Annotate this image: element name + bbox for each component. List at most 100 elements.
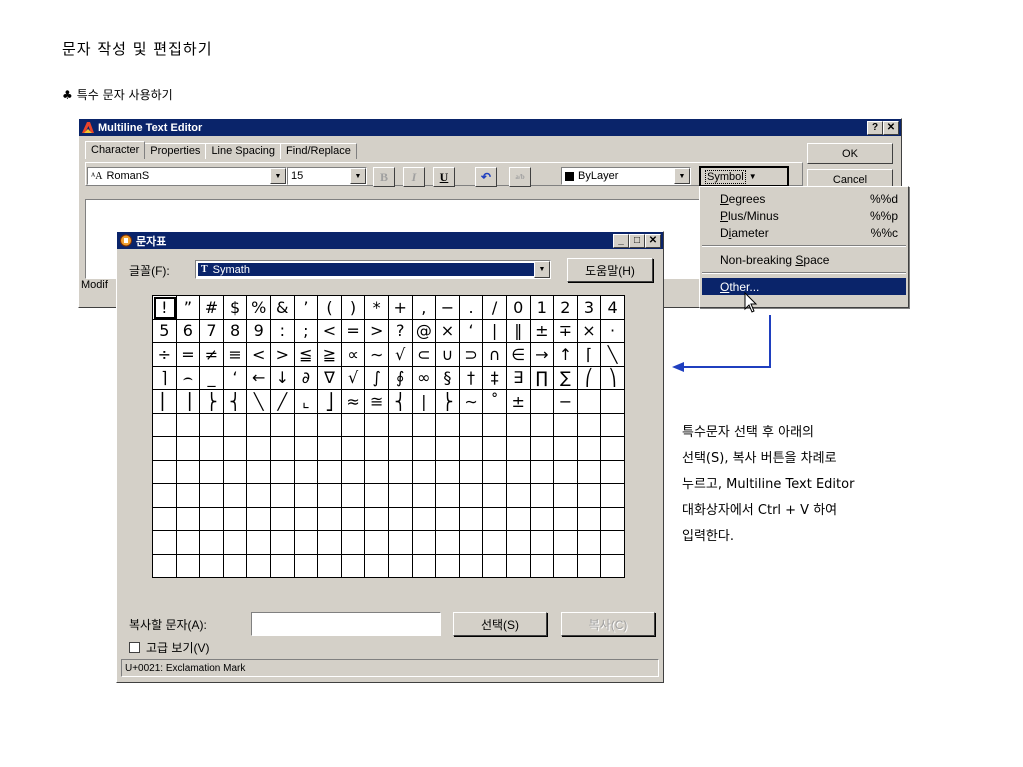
stack-button[interactable]: a/b: [509, 167, 531, 187]
glyph-cell[interactable]: [318, 484, 342, 508]
glyph-cell[interactable]: ∃: [506, 366, 531, 390]
glyph-cell[interactable]: [554, 484, 578, 508]
underline-button[interactable]: U: [433, 167, 455, 187]
menu-item-diameter[interactable]: Diameter %%c: [700, 224, 908, 241]
glyph-cell[interactable]: ∩: [483, 343, 507, 367]
glyph-cell[interactable]: 8: [223, 319, 248, 343]
glyph-cell[interactable]: [200, 507, 224, 531]
glyph-cell[interactable]: ∝: [341, 343, 366, 367]
glyph-cell[interactable]: /: [483, 296, 507, 320]
glyph-cell[interactable]: [294, 531, 319, 555]
glyph-cell[interactable]: [601, 507, 625, 531]
glyph-cell[interactable]: ≠: [200, 343, 224, 367]
glyph-cell[interactable]: ≈: [341, 390, 366, 414]
glyph-cell[interactable]: [223, 484, 248, 508]
glyph-cell[interactable]: ∪: [436, 343, 460, 367]
glyph-cell[interactable]: [294, 554, 319, 578]
menu-item-non-breaking-space[interactable]: Non-breaking Space: [700, 251, 908, 268]
glyph-cell[interactable]: ×: [577, 319, 602, 343]
glyph-cell[interactable]: [153, 507, 177, 531]
glyph-cell[interactable]: [388, 507, 413, 531]
font-select[interactable]: ᴬA RomanS ▼: [87, 167, 287, 185]
glyph-cell[interactable]: .: [459, 296, 484, 320]
select-button[interactable]: 선택(S): [453, 612, 547, 636]
glyph-cell[interactable]: [176, 554, 201, 578]
tab-character[interactable]: Character: [85, 141, 146, 159]
glyph-cell[interactable]: [294, 413, 319, 437]
glyph-cell[interactable]: [200, 413, 224, 437]
glyph-cell[interactable]: =: [341, 319, 366, 343]
glyph-cell[interactable]: [506, 531, 531, 555]
bold-button[interactable]: B: [373, 167, 395, 187]
glyph-cell[interactable]: [341, 507, 366, 531]
glyph-cell[interactable]: [577, 460, 602, 484]
glyph-cell[interactable]: [601, 531, 625, 555]
glyph-cell[interactable]: ≦: [294, 343, 319, 367]
glyph-cell[interactable]: [223, 554, 248, 578]
glyph-cell[interactable]: [554, 554, 578, 578]
close-button[interactable]: ✕: [883, 120, 899, 135]
glyph-cell[interactable]: ∈: [506, 343, 531, 367]
glyph-cell[interactable]: [577, 390, 602, 414]
glyph-cell[interactable]: [341, 554, 366, 578]
glyph-cell[interactable]: ∓: [554, 319, 578, 343]
glyph-cell[interactable]: [412, 554, 437, 578]
help-button[interactable]: ?: [867, 120, 883, 135]
glyph-cell[interactable]: ±: [506, 390, 531, 414]
glyph-cell[interactable]: [341, 484, 366, 508]
glyph-cell[interactable]: <: [318, 319, 342, 343]
color-select[interactable]: ByLayer ▼: [561, 167, 691, 185]
italic-button[interactable]: I: [403, 167, 425, 187]
glyph-cell[interactable]: [270, 460, 295, 484]
glyph-cell[interactable]: >: [365, 319, 389, 343]
glyph-cell[interactable]: ,: [412, 296, 437, 320]
glyph-cell[interactable]: [223, 413, 248, 437]
glyph-cell[interactable]: [412, 531, 437, 555]
glyph-cell[interactable]: [412, 484, 437, 508]
glyph-cell[interactable]: 3: [577, 296, 602, 320]
glyph-cell[interactable]: √: [341, 366, 366, 390]
symbol-button[interactable]: Symbol ▼: [699, 166, 789, 187]
help-button[interactable]: 도움말(H): [567, 258, 653, 282]
glyph-cell[interactable]: +: [388, 296, 413, 320]
menu-item-degrees[interactable]: Degrees %%d: [700, 190, 908, 207]
glyph-cell[interactable]: [436, 460, 460, 484]
glyph-cell[interactable]: [601, 554, 625, 578]
glyph-cell[interactable]: 4: [601, 296, 625, 320]
glyph-cell[interactable]: [530, 554, 555, 578]
menu-item-other[interactable]: Other...: [702, 278, 906, 295]
glyph-cell[interactable]: [223, 460, 248, 484]
glyph-cell[interactable]: [153, 484, 177, 508]
glyph-cell[interactable]: $: [223, 296, 248, 320]
minimize-button[interactable]: _: [613, 233, 629, 248]
glyph-cell[interactable]: ⌉: [153, 366, 177, 390]
glyph-cell[interactable]: [577, 413, 602, 437]
glyph-cell[interactable]: [388, 554, 413, 578]
glyph-cell[interactable]: ·: [601, 319, 625, 343]
glyph-cell[interactable]: ⊂: [412, 343, 437, 367]
glyph-cell[interactable]: [506, 437, 531, 461]
glyph-cell[interactable]: ↓: [270, 366, 295, 390]
glyph-cell[interactable]: [341, 460, 366, 484]
glyph-cell[interactable]: ˚: [483, 390, 507, 414]
glyph-cell[interactable]: [318, 554, 342, 578]
tab-properties[interactable]: Properties: [144, 143, 207, 159]
glyph-cell[interactable]: [153, 437, 177, 461]
glyph-cell[interactable]: [318, 531, 342, 555]
glyph-cell[interactable]: [483, 507, 507, 531]
glyph-cell[interactable]: [388, 437, 413, 461]
glyph-cell[interactable]: ∏: [530, 366, 555, 390]
glyph-cell[interactable]: ╲: [601, 343, 625, 367]
glyph-cell[interactable]: ‘: [459, 319, 484, 343]
glyph-cell[interactable]: ‡: [483, 366, 507, 390]
glyph-cell[interactable]: ×: [436, 319, 460, 343]
glyph-cell[interactable]: [270, 507, 295, 531]
glyph-cell[interactable]: [341, 413, 366, 437]
font-select[interactable]: T Symath ▼: [195, 260, 551, 279]
glyph-cell[interactable]: [270, 437, 295, 461]
glyph-cell[interactable]: [554, 507, 578, 531]
glyph-cell[interactable]: ±: [530, 319, 555, 343]
glyph-cell[interactable]: [176, 484, 201, 508]
glyph-cell[interactable]: [365, 507, 389, 531]
glyph-cell[interactable]: [506, 460, 531, 484]
